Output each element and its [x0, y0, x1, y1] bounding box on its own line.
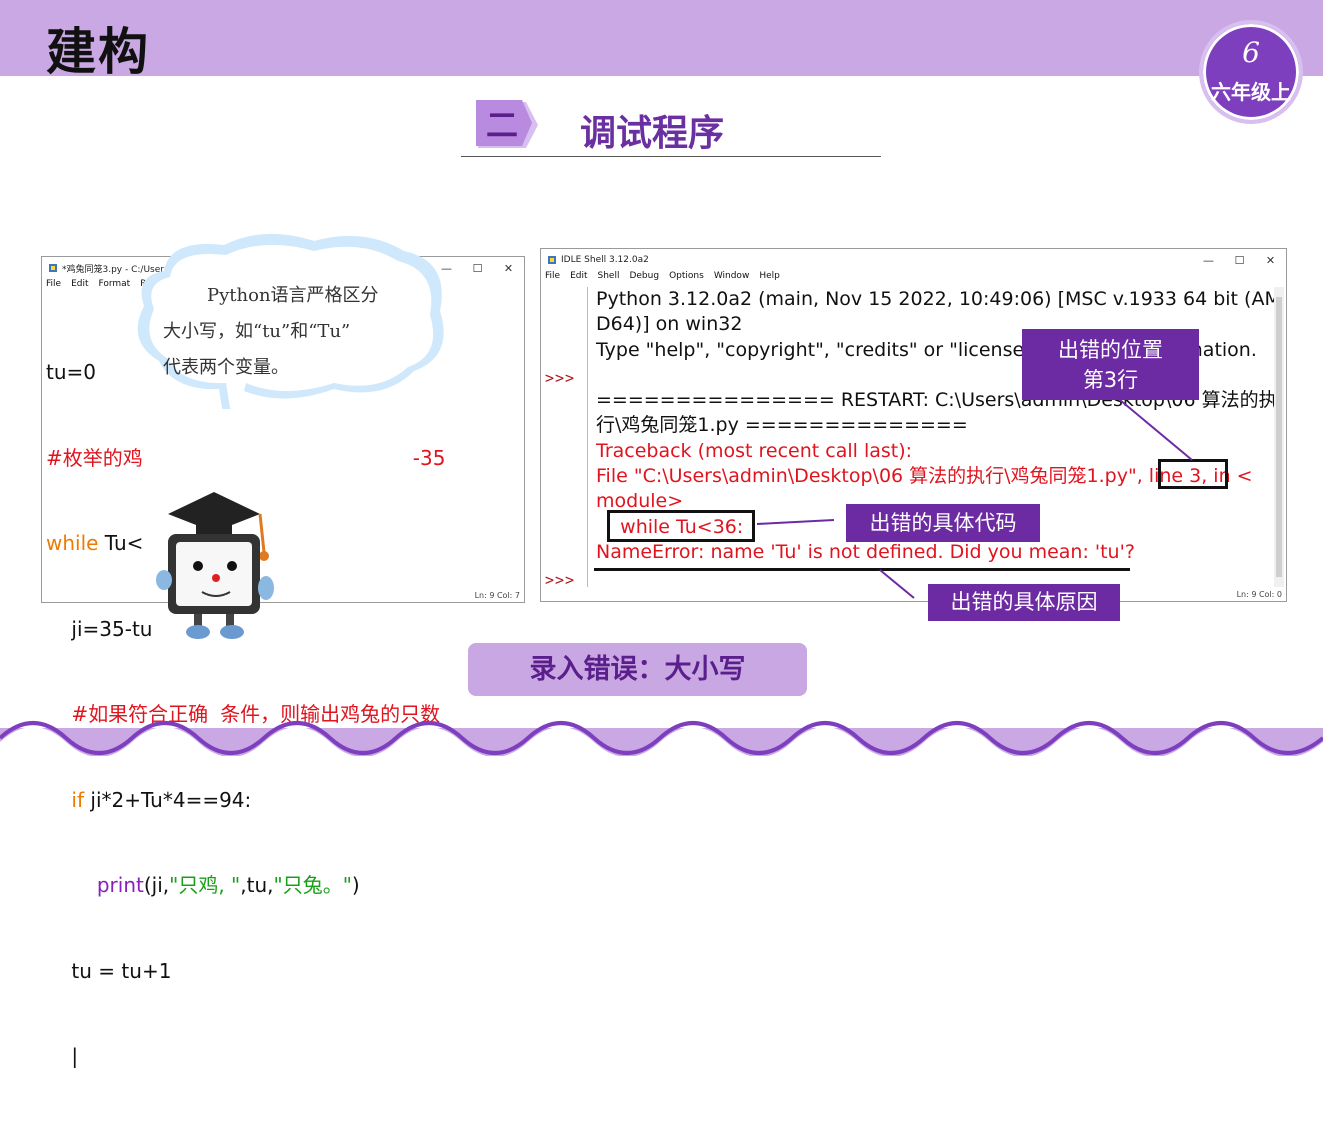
text-cursor: | [46, 1044, 79, 1068]
tag-line: 出错的位置 [1058, 338, 1163, 362]
code-line: print(ji,"只鸡, ",tu,"只兔。") [96, 873, 360, 897]
error-reason-tag: 出错的具体原因 [928, 584, 1120, 621]
summary-caption: 录入错误：大小写 [468, 643, 807, 696]
error-position-tag: 出错的位置 第3行 [1022, 329, 1199, 400]
footer-wave-decoration [0, 721, 1323, 756]
error-code-tag: 出错的具体代码 [846, 504, 1040, 542]
tag-line: 第3行 [1082, 368, 1139, 392]
code-line: if ji*2+Tu*4==94: [46, 787, 252, 812]
code-line: tu = tu+1 [46, 958, 172, 983]
